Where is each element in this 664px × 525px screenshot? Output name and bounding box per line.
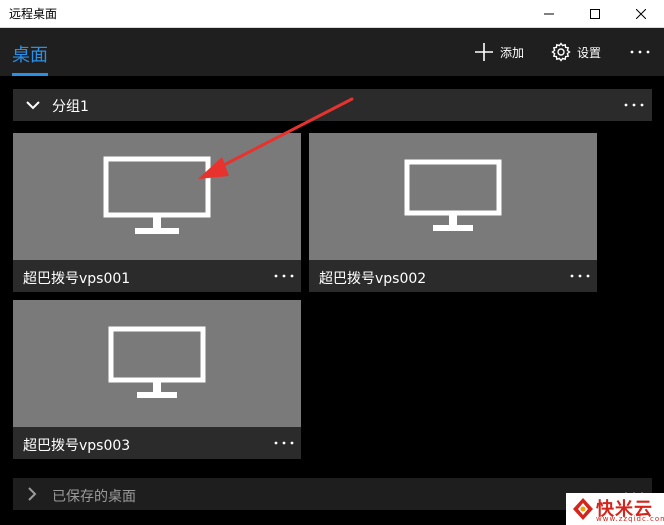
more-icon	[274, 274, 294, 278]
minimize-button[interactable]	[526, 0, 572, 28]
more-icon	[274, 441, 294, 445]
chevron-down-icon	[26, 101, 40, 110]
group-label: 分组1	[52, 99, 89, 115]
tab-underline	[12, 73, 48, 76]
desktop-more-button[interactable]	[567, 264, 593, 288]
desktop-tile-footer: 超巴拨号vps002	[309, 260, 597, 292]
window-titlebar: 远程桌面	[0, 0, 664, 28]
desktop-tile-footer: 超巴拨号vps001	[13, 260, 301, 292]
watermark-url: www.zzqidc.com	[596, 515, 664, 523]
brand-logo-icon	[573, 498, 593, 520]
desktop-name: 超巴拨号vps001	[23, 271, 131, 287]
settings-button[interactable]: 设置	[551, 40, 601, 64]
monitor-icon	[404, 159, 502, 231]
tab-desktops[interactable]: 桌面	[12, 41, 48, 67]
monitor-icon	[103, 156, 211, 234]
gear-icon	[551, 42, 571, 62]
minimize-icon	[544, 13, 554, 15]
close-icon	[636, 9, 646, 19]
window-title: 远程桌面	[9, 7, 58, 21]
more-icon	[630, 50, 650, 54]
desktop-thumbnail[interactable]	[309, 133, 597, 260]
desktop-thumbnail[interactable]	[13, 133, 301, 260]
saved-desktops-header[interactable]: 已保存的桌面	[13, 478, 652, 510]
watermark: 快米云 www.zzqidc.com	[566, 493, 664, 525]
header-more-button[interactable]	[626, 40, 654, 64]
add-button[interactable]: 添加	[474, 40, 524, 64]
more-icon	[624, 103, 644, 107]
group-header[interactable]: 分组1	[13, 89, 652, 121]
desktop-tile[interactable]: 超巴拨号vps003	[13, 300, 301, 459]
desktop-more-button[interactable]	[271, 264, 297, 288]
group-more-button[interactable]	[621, 93, 647, 117]
plus-icon	[475, 43, 493, 61]
app-header: 桌面 添加 设置	[0, 28, 664, 76]
settings-label: 设置	[577, 45, 602, 60]
add-label: 添加	[500, 45, 525, 60]
desktop-more-button[interactable]	[271, 431, 297, 455]
desktop-thumbnail[interactable]	[13, 300, 301, 427]
desktop-name: 超巴拨号vps002	[319, 271, 427, 287]
monitor-icon	[108, 326, 206, 398]
more-icon	[570, 274, 590, 278]
desktop-tile-footer: 超巴拨号vps003	[13, 427, 301, 459]
desktop-name: 超巴拨号vps003	[23, 438, 131, 454]
maximize-button[interactable]	[572, 0, 618, 28]
maximize-icon	[590, 9, 600, 19]
saved-desktops-label: 已保存的桌面	[52, 489, 136, 505]
desktop-tile[interactable]: 超巴拨号vps001	[13, 133, 301, 292]
desktop-tile[interactable]: 超巴拨号vps002	[309, 133, 597, 292]
chevron-right-icon	[28, 487, 37, 501]
close-button[interactable]	[618, 0, 664, 28]
